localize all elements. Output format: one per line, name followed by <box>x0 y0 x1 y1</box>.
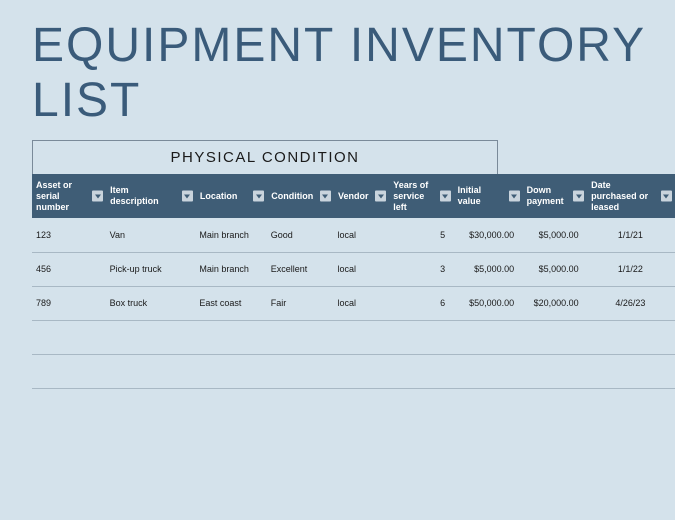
col-vendor[interactable]: Vendor <box>333 174 388 218</box>
col-label: Condition <box>271 191 313 202</box>
filter-icon[interactable] <box>253 191 264 202</box>
col-label: Vendor <box>338 191 369 202</box>
section-header: PHYSICAL CONDITION <box>32 140 498 174</box>
cell-location: East coast <box>195 286 266 320</box>
cell-years: 5 <box>389 218 453 252</box>
col-label: Date purchased or leased <box>591 180 655 212</box>
filter-icon[interactable] <box>375 191 386 202</box>
cell-vendor: local <box>333 218 388 252</box>
empty-cell <box>32 320 675 354</box>
filter-icon[interactable] <box>182 191 193 202</box>
filter-icon[interactable] <box>573 191 584 202</box>
cell-condition: Good <box>267 218 334 252</box>
cell-initial: $5,000.00 <box>453 252 522 286</box>
cell-initial: $30,000.00 <box>453 218 522 252</box>
cell-location: Main branch <box>195 218 266 252</box>
col-location[interactable]: Location <box>195 174 266 218</box>
table-row[interactable]: 123 Van Main branch Good local 5 $30,000… <box>32 218 675 252</box>
table-row-blank[interactable] <box>32 354 675 388</box>
col-label: Item description <box>110 185 177 207</box>
cell-desc: Box truck <box>106 286 196 320</box>
cell-years: 3 <box>389 252 453 286</box>
table-container: PHYSICAL CONDITION Asset or serial numbe… <box>32 140 675 389</box>
cell-condition: Fair <box>267 286 334 320</box>
cell-down: $20,000.00 <box>522 286 586 320</box>
filter-icon[interactable] <box>509 191 520 202</box>
cell-asset: 456 <box>32 252 106 286</box>
cell-condition: Excellent <box>267 252 334 286</box>
filter-icon[interactable] <box>92 191 103 202</box>
cell-down: $5,000.00 <box>522 218 586 252</box>
col-label: Asset or serial number <box>36 180 87 212</box>
filter-icon[interactable] <box>661 191 672 202</box>
table-row-blank[interactable] <box>32 320 675 354</box>
col-label: Initial value <box>458 185 504 207</box>
cell-date: 1/1/21 <box>587 218 674 252</box>
table-body: 123 Van Main branch Good local 5 $30,000… <box>32 218 675 388</box>
col-label: Years of service left <box>393 180 434 212</box>
cell-years: 6 <box>389 286 453 320</box>
cell-desc: Van <box>106 218 196 252</box>
col-initial[interactable]: Initial value <box>453 174 522 218</box>
filter-icon[interactable] <box>440 191 451 202</box>
cell-asset: 123 <box>32 218 106 252</box>
cell-location: Main branch <box>195 252 266 286</box>
table-row[interactable]: 456 Pick-up truck Main branch Excellent … <box>32 252 675 286</box>
cell-initial: $50,000.00 <box>453 286 522 320</box>
col-label: Location <box>200 191 238 202</box>
cell-desc: Pick-up truck <box>106 252 196 286</box>
table-scroll[interactable]: Asset or serial number Item description … <box>32 174 675 389</box>
cell-vendor: local <box>333 252 388 286</box>
col-years[interactable]: Years of service left <box>389 174 453 218</box>
inventory-table: Asset or serial number Item description … <box>32 174 675 389</box>
cell-date: 4/26/23 <box>587 286 674 320</box>
cell-date: 1/1/22 <box>587 252 674 286</box>
col-asset[interactable]: Asset or serial number <box>32 174 106 218</box>
col-condition[interactable]: Condition <box>267 174 334 218</box>
filter-icon[interactable] <box>320 191 331 202</box>
col-label: Down payment <box>527 185 568 207</box>
header-row: Asset or serial number Item description … <box>32 174 675 218</box>
cell-down: $5,000.00 <box>522 252 586 286</box>
col-date[interactable]: Date purchased or leased <box>587 174 674 218</box>
col-desc[interactable]: Item description <box>106 174 196 218</box>
empty-cell <box>32 354 675 388</box>
cell-vendor: local <box>333 286 388 320</box>
table-row[interactable]: 789 Box truck East coast Fair local 6 $5… <box>32 286 675 320</box>
cell-asset: 789 <box>32 286 106 320</box>
col-down[interactable]: Down payment <box>522 174 586 218</box>
page-title: EQUIPMENT INVENTORY LIST <box>0 0 675 140</box>
